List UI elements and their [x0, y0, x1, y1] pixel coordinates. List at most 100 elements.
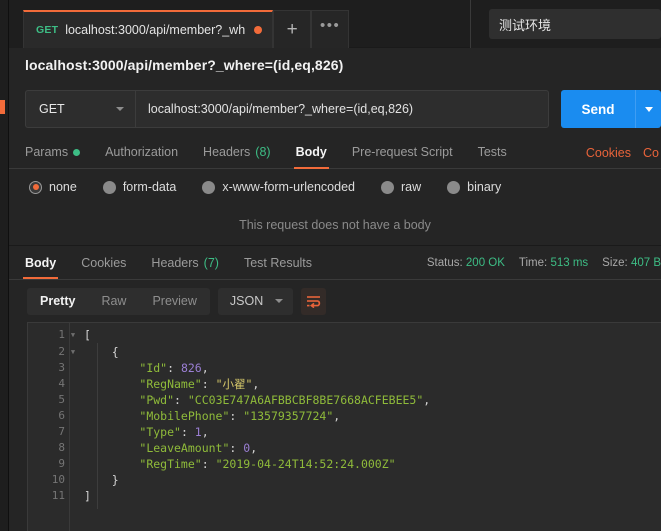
- body-type-raw-label: raw: [401, 180, 421, 194]
- tab-pre-request-script[interactable]: Pre-request Script: [352, 136, 453, 169]
- method-select[interactable]: GET: [25, 90, 135, 128]
- code-line: ]: [84, 488, 661, 504]
- tab-tests-label: Tests: [478, 145, 507, 159]
- send-options-button[interactable]: [635, 90, 661, 128]
- url-input[interactable]: localhost:3000/api/member?_where=(id,eq,…: [135, 90, 549, 128]
- code-token: :: [174, 393, 188, 407]
- tab-params-label: Params: [25, 145, 68, 159]
- code-token: ,: [333, 409, 340, 423]
- send-button-group: Send: [561, 90, 661, 128]
- more-tabs-button[interactable]: •••: [311, 10, 349, 48]
- cookies-link[interactable]: Cookies: [586, 146, 631, 160]
- tab-authorization-label: Authorization: [105, 145, 178, 159]
- format-select[interactable]: JSON: [218, 288, 293, 315]
- code-token: ]: [84, 489, 91, 503]
- code-content[interactable]: [ { "Id": 826, "RegName": "小翟", "Pwd": "…: [70, 323, 661, 531]
- method-label: GET: [39, 102, 65, 116]
- response-tab-headers[interactable]: Headers (7): [151, 246, 219, 279]
- tab-headers-label: Headers: [203, 145, 250, 159]
- code-line: "LeaveAmount": 0,: [84, 440, 661, 456]
- wrap-lines-button[interactable]: [301, 288, 326, 315]
- tab-headers[interactable]: Headers (8): [203, 136, 271, 169]
- code-token: "Pwd": [139, 393, 174, 407]
- code-token: ,: [252, 377, 259, 391]
- code-token: :: [229, 409, 243, 423]
- code-token: [84, 377, 139, 391]
- response-tab-test-results[interactable]: Test Results: [244, 246, 312, 279]
- request-section-tabs: Params Authorization Headers (8) Body Pr…: [9, 136, 661, 169]
- response-tab-body-label: Body: [25, 256, 56, 270]
- code-line: "Type": 1,: [84, 424, 661, 440]
- response-tab-cookies[interactable]: Cookies: [81, 246, 126, 279]
- line-number: 1▼: [28, 327, 69, 343]
- code-token: :: [167, 361, 181, 375]
- tab-body-label: Body: [296, 145, 327, 159]
- ellipsis-icon: •••: [320, 18, 340, 33]
- tab-authorization[interactable]: Authorization: [105, 136, 178, 169]
- code-token: [84, 441, 139, 455]
- time-value: 513 ms: [550, 257, 588, 269]
- tab-headers-count: (8): [255, 145, 270, 159]
- code-token: :: [181, 425, 195, 439]
- line-number: 11: [28, 488, 69, 504]
- response-body-editor[interactable]: 1▼2▼34567891011 [ { "Id": 826, "RegName"…: [27, 322, 661, 531]
- code-token: "Id": [139, 361, 167, 375]
- code-token: ,: [250, 441, 257, 455]
- environment-name: 测试环境: [499, 15, 551, 34]
- request-url-bar: GET localhost:3000/api/member?_where=(id…: [9, 82, 661, 136]
- tab-params[interactable]: Params: [25, 136, 80, 169]
- code-token: :: [202, 377, 216, 391]
- code-line: }: [84, 472, 661, 488]
- body-type-none[interactable]: none: [29, 180, 77, 194]
- code-token: ,: [423, 393, 430, 407]
- format-label: JSON: [230, 294, 263, 308]
- params-present-dot-icon: [73, 149, 80, 156]
- code-link[interactable]: Co: [643, 146, 659, 160]
- view-mode-segmented-control: Pretty Raw Preview: [27, 288, 210, 315]
- radio-icon: [103, 181, 116, 194]
- code-token: [84, 393, 139, 407]
- code-token: "13579357724": [243, 409, 333, 423]
- tab-method-label: GET: [36, 24, 58, 36]
- response-tab-test-results-label: Test Results: [244, 256, 312, 270]
- body-type-binary[interactable]: binary: [447, 180, 501, 194]
- new-tab-button[interactable]: +: [273, 10, 311, 48]
- code-token: "小翟": [216, 377, 253, 391]
- line-number: 7: [28, 424, 69, 440]
- view-mode-preview[interactable]: Preview: [139, 288, 209, 315]
- request-tab-active[interactable]: GET localhost:3000/api/member?_wh: [23, 10, 273, 48]
- body-type-form-data-label: form-data: [123, 180, 177, 194]
- line-number: 3: [28, 360, 69, 376]
- code-line: "Pwd": "CC03E747A6AFBBCBF8BE7668ACFEBEE5…: [84, 392, 661, 408]
- radio-icon: [447, 181, 460, 194]
- code-token: [84, 457, 139, 471]
- line-number: 10: [28, 472, 69, 488]
- code-token: 1: [195, 425, 202, 439]
- size-label: Size:: [602, 257, 628, 269]
- response-tab-cookies-label: Cookies: [81, 256, 126, 270]
- response-tab-body[interactable]: Body: [25, 246, 56, 279]
- line-number: 4: [28, 376, 69, 392]
- line-number: 8: [28, 440, 69, 456]
- view-mode-raw[interactable]: Raw: [88, 288, 139, 315]
- code-token: "2019-04-24T14:52:24.000Z": [216, 457, 396, 471]
- body-type-options: none form-data x-www-form-urlencoded raw…: [9, 169, 661, 205]
- body-type-form-data[interactable]: form-data: [103, 180, 177, 194]
- body-type-binary-label: binary: [467, 180, 501, 194]
- view-mode-pretty[interactable]: Pretty: [27, 288, 88, 315]
- tab-pre-request-script-label: Pre-request Script: [352, 145, 453, 159]
- environment-selector[interactable]: 测试环境: [489, 9, 661, 39]
- environment-zone: 测试环境: [470, 0, 661, 48]
- radio-icon: [202, 181, 215, 194]
- line-number: 2▼: [28, 344, 69, 360]
- code-token: ,: [202, 361, 209, 375]
- tab-tests[interactable]: Tests: [478, 136, 507, 169]
- status-badge: Status: 200 OK: [427, 257, 505, 269]
- plus-icon: +: [287, 20, 298, 39]
- tab-body[interactable]: Body: [296, 136, 327, 169]
- url-value: localhost:3000/api/member?_where=(id,eq,…: [148, 102, 413, 116]
- body-type-raw[interactable]: raw: [381, 180, 421, 194]
- code-token: "MobilePhone": [139, 409, 229, 423]
- body-type-urlencoded[interactable]: x-www-form-urlencoded: [202, 180, 355, 194]
- send-button[interactable]: Send: [561, 90, 635, 128]
